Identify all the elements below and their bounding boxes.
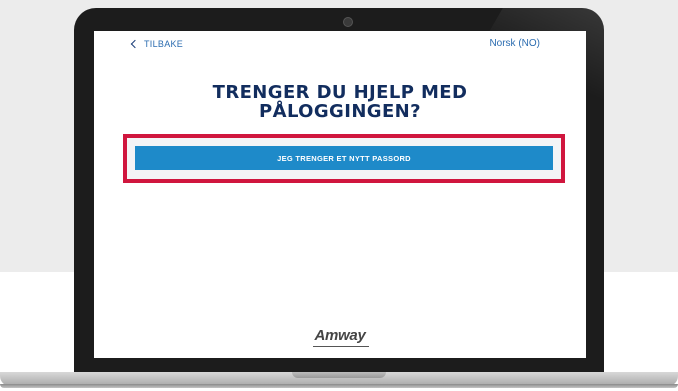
highlight-frame: JEG TRENGER ET NYTT PASSORD xyxy=(123,134,565,183)
chevron-left-icon xyxy=(130,39,140,49)
language-selector[interactable]: Norsk (NO) xyxy=(489,38,540,49)
page-title-line-2: PÅLOGGINGEN? xyxy=(259,101,421,122)
new-password-button[interactable]: JEG TRENGER ET NYTT PASSORD xyxy=(135,146,553,170)
page-title: TRENGER DU HJELP MED PÅLOGGINGEN? xyxy=(94,83,586,121)
laptop-screen: TILBAKE Norsk (NO) TRENGER DU HJELP MED … xyxy=(94,31,586,358)
logo-underline xyxy=(313,346,369,347)
laptop-base-notch xyxy=(292,372,386,378)
page-title-line-1: TRENGER DU HJELP MED xyxy=(212,82,468,103)
amway-logo: Amway xyxy=(314,327,366,344)
back-link[interactable]: TILBAKE xyxy=(130,39,184,49)
back-link-label: TILBAKE xyxy=(144,39,184,49)
camera-icon xyxy=(343,17,353,27)
laptop-base-edge xyxy=(0,384,678,388)
